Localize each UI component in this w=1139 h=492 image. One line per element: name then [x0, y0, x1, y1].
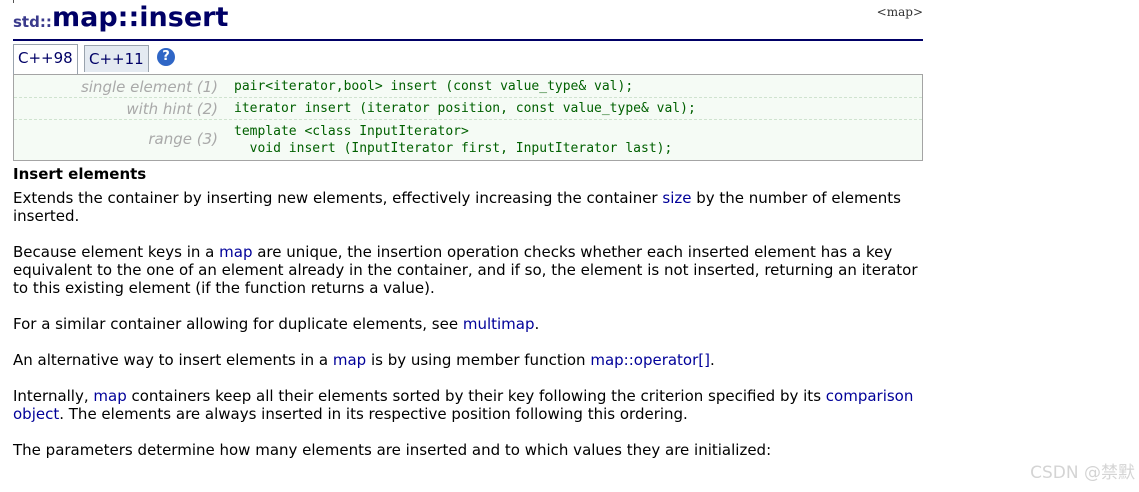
paragraph: For a similar container allowing for dup… — [13, 315, 925, 333]
prototype-row: with hint (2) iterator insert (iterator … — [14, 97, 922, 120]
paragraph: Because element keys in a map are unique… — [13, 243, 925, 297]
paragraph-text: containers keep all their elements sorte… — [126, 387, 826, 405]
paragraph: Extends the container by inserting new e… — [13, 189, 925, 225]
prototype-code-line: void insert (InputIterator first, InputI… — [234, 141, 673, 156]
prototype-label: range (3) — [148, 130, 218, 148]
paragraph: The parameters determine how many elemen… — [13, 441, 925, 459]
paragraph: An alternative way to insert elements in… — [13, 351, 925, 369]
paragraph-text: Internally, — [13, 387, 94, 405]
prototype-code: template <class InputIterator> void inse… — [234, 123, 672, 157]
paragraph-text: Because element keys in a — [13, 243, 220, 261]
header-tag[interactable]: <map> — [877, 5, 923, 19]
paragraph-text: . — [709, 351, 715, 369]
link-size[interactable]: size — [662, 189, 691, 207]
paragraph-text: For a similar container allowing for dup… — [13, 315, 463, 333]
reference-page: std:: map::insert <map> C++98 C++11 ? si… — [13, 0, 923, 459]
help-icon[interactable]: ? — [157, 48, 175, 66]
prototype-row: single element (1) pair<iterator,bool> i… — [14, 75, 922, 98]
paragraph-text: . — [534, 315, 540, 333]
paragraph-text: The parameters determine how many elemen… — [13, 441, 772, 459]
page-title: map::insert — [52, 2, 229, 33]
link-map[interactable]: map — [93, 387, 126, 405]
tab-cpp98[interactable]: C++98 — [13, 44, 78, 75]
namespace-prefix: std:: — [13, 13, 52, 31]
link-map[interactable]: map — [219, 243, 252, 261]
link-map-operator[interactable]: map::operator[] — [590, 351, 710, 369]
link-multimap[interactable]: multimap — [463, 315, 535, 333]
tab-cpp11[interactable]: C++11 — [84, 45, 149, 72]
prototype-label: single element (1) — [80, 78, 218, 96]
prototype-code: pair<iterator,bool> insert (const value_… — [234, 79, 634, 94]
paragraph-text: is by using member function — [366, 351, 591, 369]
prototype-table: single element (1) pair<iterator,bool> i… — [13, 74, 923, 161]
title-bar: std:: map::insert <map> — [13, 0, 923, 41]
section-heading: Insert elements — [13, 165, 147, 183]
prototype-label: with hint (2) — [126, 100, 218, 118]
prototype-row: range (3) template <class InputIterator>… — [14, 119, 922, 160]
paragraph-text: An alternative way to insert elements in… — [13, 351, 333, 369]
prototype-code: iterator insert (iterator position, cons… — [234, 101, 696, 116]
paragraph: Internally, map containers keep all thei… — [13, 387, 925, 423]
link-map[interactable]: map — [333, 351, 366, 369]
paragraph-text: Extends the container by inserting new e… — [13, 189, 663, 207]
paragraph-text: . The elements are always inserted in it… — [59, 405, 688, 423]
prototype-code-line: template <class InputIterator> — [234, 124, 469, 139]
version-tabs: C++98 C++11 ? — [13, 43, 923, 75]
watermark: CSDN @禁默 — [1030, 463, 1135, 483]
